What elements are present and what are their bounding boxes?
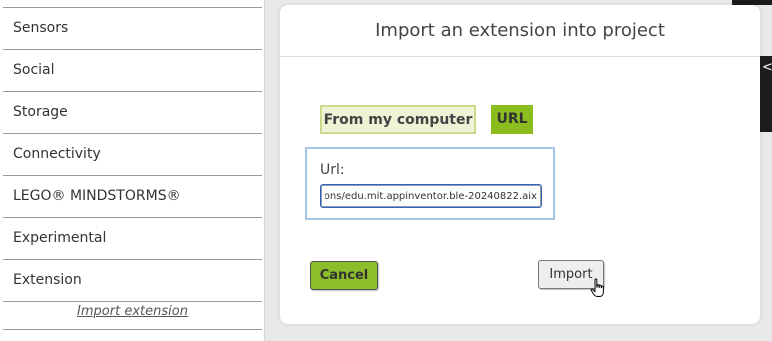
palette-item-experimental[interactable]: Experimental: [3, 217, 262, 259]
dialog-title: Import an extension into project: [280, 5, 760, 57]
url-label: Url:: [320, 162, 345, 178]
palette-item-social[interactable]: Social: [3, 49, 262, 91]
app-window: Sensors Social Storage Connectivity LEGO…: [0, 0, 772, 341]
url-panel: Url:: [305, 147, 555, 220]
palette-category-list: Sensors Social Storage Connectivity LEGO…: [3, 7, 262, 330]
tab-url[interactable]: URL: [491, 105, 533, 134]
palette-item-connectivity[interactable]: Connectivity: [3, 133, 262, 175]
tab-from-my-computer[interactable]: From my computer: [320, 105, 476, 134]
url-input[interactable]: [320, 184, 542, 208]
palette-item-lego-mindstorms[interactable]: LEGO® MINDSTORMS®: [3, 175, 262, 217]
hand-pointer-cursor-icon: [590, 278, 604, 297]
background-dark-panel: <: [758, 56, 772, 132]
cancel-button[interactable]: Cancel: [310, 261, 378, 290]
import-extension-link[interactable]: Import extension: [3, 301, 262, 330]
palette-item-extension[interactable]: Extension: [3, 259, 262, 301]
chevron-left-icon: <: [762, 60, 772, 75]
import-extension-dialog: Import an extension into project From my…: [280, 5, 760, 324]
blocks-palette-sidebar: Sensors Social Storage Connectivity LEGO…: [0, 0, 265, 341]
palette-item-sensors[interactable]: Sensors: [3, 7, 262, 49]
palette-item-storage[interactable]: Storage: [3, 91, 262, 133]
